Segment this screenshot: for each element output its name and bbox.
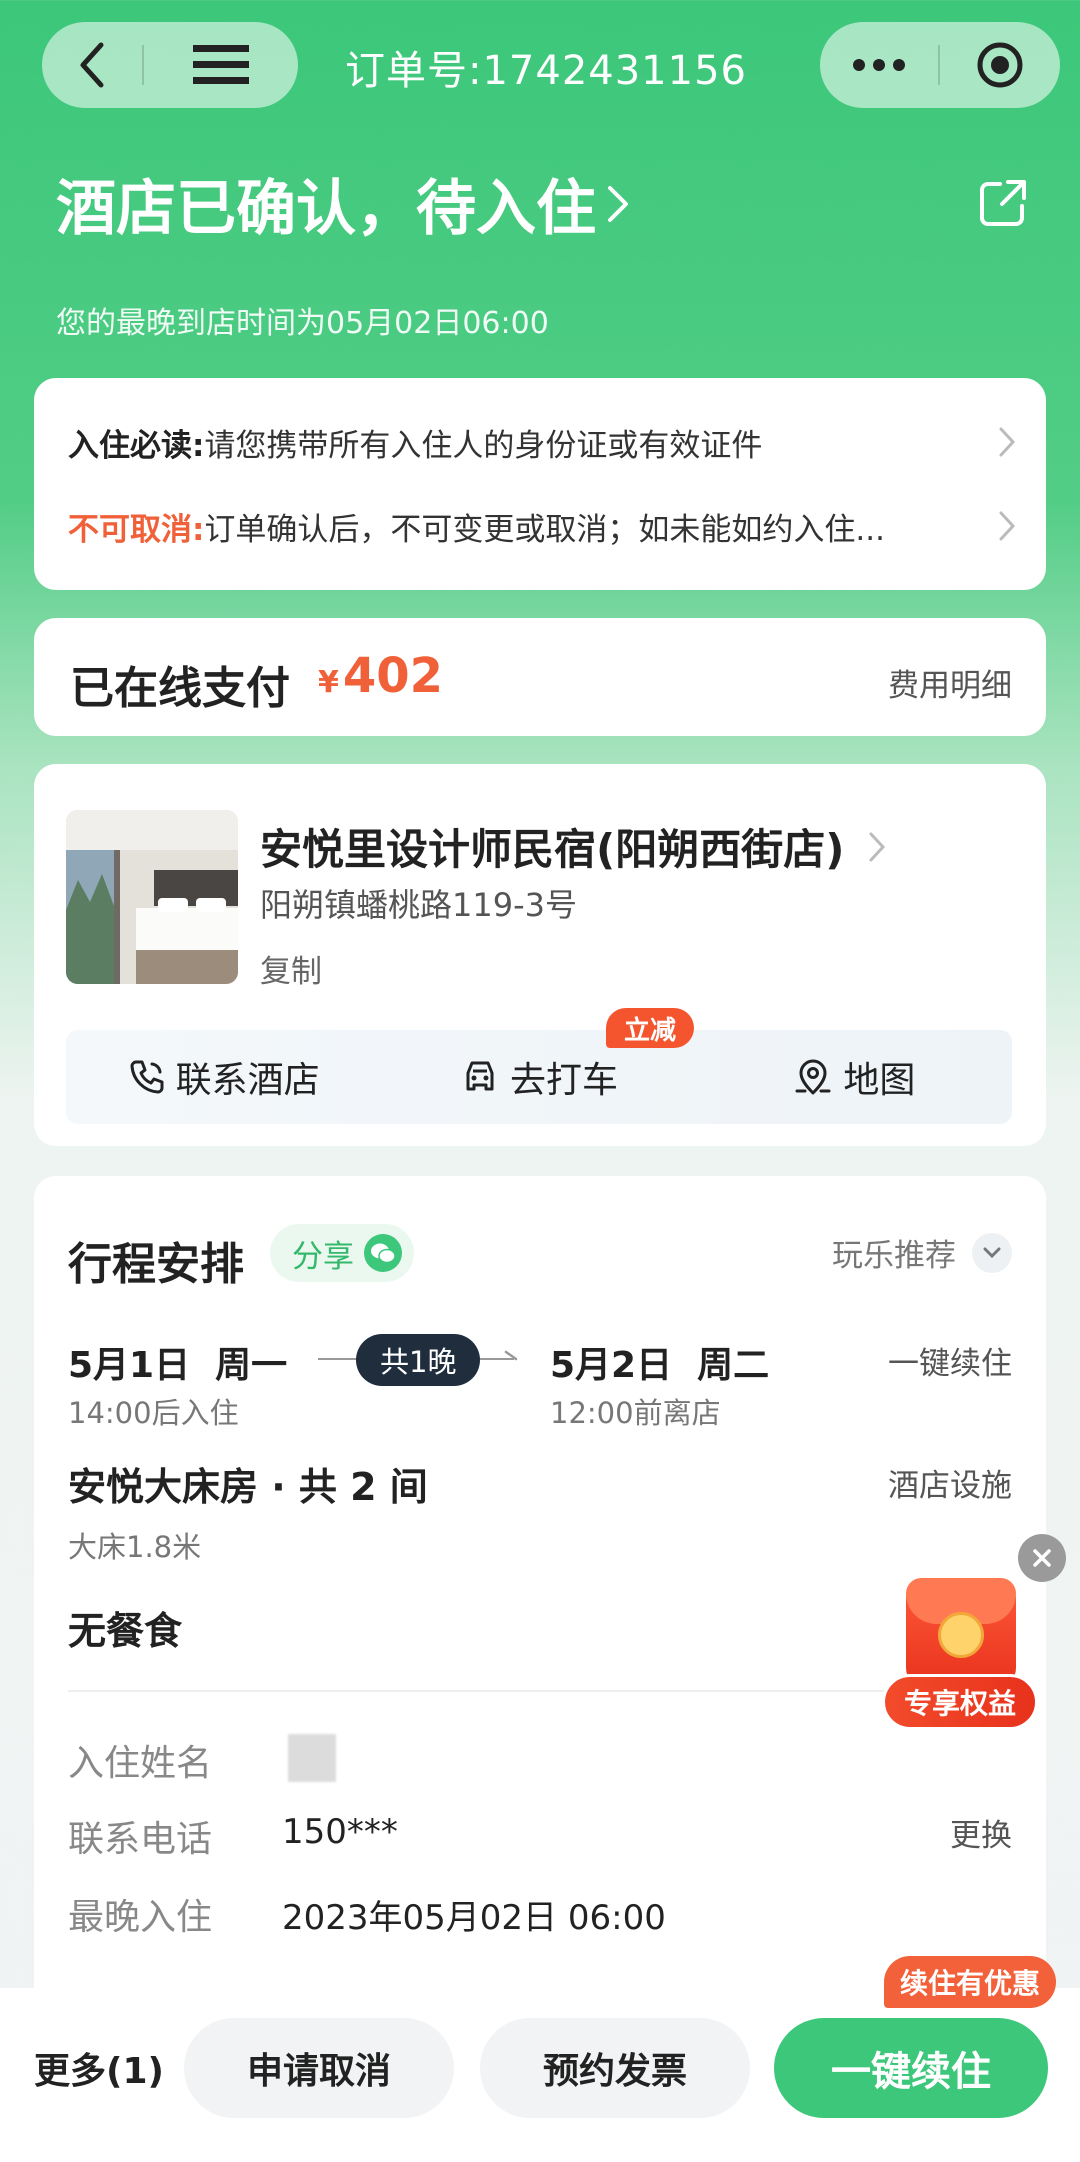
- notice-key: 入住必读:: [68, 427, 205, 464]
- checkin-notice-card: 入住必读: 请您携带所有入住人的身份证或有效证件 不可取消: 订单确认后，不可变…: [34, 378, 1046, 590]
- nights-badge: 共1晚: [356, 1334, 481, 1386]
- currency-symbol: ¥: [318, 665, 339, 700]
- renew-stay-button[interactable]: 一键续住: [774, 2018, 1048, 2118]
- hotel-name-text: 安悦里设计师民宿(阳朔西街店): [260, 825, 845, 874]
- share-external-icon: [980, 180, 1026, 226]
- request-cancel-button[interactable]: 申请取消: [184, 2018, 454, 2118]
- close-miniapp-button[interactable]: [940, 22, 1060, 108]
- hotel-room-photo: [66, 810, 238, 984]
- more-dots-icon: [853, 59, 905, 71]
- close-icon: [1033, 1549, 1051, 1567]
- chevron-right-icon: [999, 511, 1016, 541]
- itinerary-title: 行程安排: [68, 1239, 244, 1290]
- notice-value: 订单确认后，不可变更或取消；如未能如约入住...: [204, 511, 885, 548]
- more-options-button[interactable]: [820, 22, 938, 108]
- latest-checkin-value: 2023年05月02日 06:00: [282, 1898, 666, 1938]
- back-arrow-icon: [80, 42, 104, 88]
- hotel-card: 安悦里设计师民宿(阳朔西街店) 阳朔镇蟠桃路119-3号 复制 联系酒店 去打车…: [34, 764, 1046, 1146]
- invoice-button[interactable]: 预约发票: [480, 2018, 750, 2118]
- taxi-label: 去打车: [509, 1060, 618, 1101]
- notice-row-checkin[interactable]: 入住必读: 请您携带所有入住人的身份证或有效证件: [68, 420, 1016, 464]
- share-label: 分享: [292, 1238, 354, 1275]
- exclusive-benefit-float[interactable]: 专享权益: [880, 1578, 1040, 1730]
- contact-hotel-button[interactable]: 联系酒店: [66, 1051, 381, 1103]
- coin-icon: [938, 1612, 984, 1658]
- latest-checkin-label: 最晚入住: [68, 1897, 213, 1938]
- checkout-time: 12:00前离店: [550, 1396, 721, 1430]
- hotel-facilities-link[interactable]: 酒店设施: [888, 1460, 1012, 1505]
- hotel-photo[interactable]: [66, 810, 238, 984]
- target-circle-icon: [977, 42, 1023, 88]
- section-divider: [68, 1690, 1014, 1692]
- notice-value: 请您携带所有入住人的身份证或有效证件: [204, 427, 763, 464]
- renew-stay-link[interactable]: 一键续住: [888, 1338, 1012, 1383]
- hotel-name[interactable]: 安悦里设计师民宿(阳朔西街店): [260, 816, 886, 877]
- recommend-dropdown[interactable]: 玩乐推荐: [832, 1230, 1012, 1275]
- share-itinerary-button[interactable]: 分享: [270, 1224, 414, 1282]
- chevron-right-icon: [999, 427, 1016, 457]
- renew-discount-badge: 续住有优惠: [884, 1956, 1057, 2008]
- payment-amount: ¥ 402: [318, 648, 443, 704]
- miniapp-capsule: [820, 22, 1060, 108]
- map-label: 地图: [843, 1060, 916, 1101]
- car-icon: [466, 1061, 494, 1091]
- hotel-action-bar: 联系酒店 去打车 地图: [66, 1030, 1012, 1124]
- status-text: 酒店已确认，待入住: [56, 174, 596, 244]
- bottom-action-bar: 更多(1) 申请取消 预约发票 一键续住: [0, 1988, 1080, 2162]
- arrival-time-note: 您的最晚到店时间为05月02日06:00: [56, 306, 549, 341]
- payment-label: 已在线支付: [70, 663, 290, 714]
- phone-value: 150***: [282, 1812, 398, 1852]
- guest-name-redacted: [288, 1734, 336, 1782]
- menu-icon: [193, 45, 249, 84]
- taxi-promo-badge: 立减: [606, 1008, 695, 1048]
- checkin-time: 14:00后入住: [68, 1396, 239, 1430]
- hotel-address: 阳朔镇蟠桃路119-3号: [260, 886, 577, 924]
- bed-info: 大床1.8米: [68, 1530, 202, 1564]
- guest-name-label: 入住姓名: [68, 1743, 213, 1784]
- checkout-date: 5月2日 周二: [550, 1345, 770, 1386]
- share-out-button[interactable]: [978, 178, 1028, 232]
- checkin-date: 5月1日 周一: [68, 1345, 288, 1386]
- chevron-right-icon: [869, 832, 886, 861]
- notice-row-cancel-policy[interactable]: 不可取消: 订单确认后，不可变更或取消；如未能如约入住...: [68, 504, 1016, 548]
- chevron-down-icon: [972, 1232, 1012, 1273]
- menu-button[interactable]: [144, 22, 298, 108]
- back-button[interactable]: [42, 22, 142, 108]
- meal-info: 无餐食: [68, 1609, 183, 1653]
- chevron-right-icon: [608, 185, 628, 222]
- change-phone-link[interactable]: 更换: [950, 1810, 1012, 1855]
- phone-label: 联系电话: [68, 1819, 213, 1860]
- more-button[interactable]: 更多(1): [34, 2042, 164, 2094]
- fee-detail-link[interactable]: 费用明细: [888, 660, 1012, 705]
- order-number: 订单号:1742431156: [345, 48, 747, 94]
- nav-capsule: [42, 22, 298, 108]
- map-pin-icon: [795, 1059, 831, 1095]
- copy-address-button[interactable]: 复制: [260, 946, 322, 991]
- notice-key: 不可取消:: [68, 511, 205, 548]
- recommend-label: 玩乐推荐: [832, 1238, 956, 1274]
- phone-icon: [130, 1060, 164, 1094]
- payment-card: 已在线支付 ¥ 402 费用明细: [34, 618, 1046, 736]
- benefit-label: 专享权益: [882, 1674, 1038, 1730]
- wechat-icon: [364, 1234, 402, 1272]
- order-status-title[interactable]: 酒店已确认，待入住: [56, 160, 632, 247]
- map-button[interactable]: 地图: [697, 1051, 1012, 1103]
- room-type: 安悦大床房 · 共 2 间: [68, 1465, 428, 1509]
- taxi-button[interactable]: 去打车: [381, 1051, 696, 1103]
- contact-hotel-label: 联系酒店: [175, 1060, 320, 1101]
- amount-value: 402: [342, 648, 444, 704]
- close-float-button[interactable]: [1018, 1534, 1066, 1582]
- arrow-right-icon: [504, 1350, 518, 1361]
